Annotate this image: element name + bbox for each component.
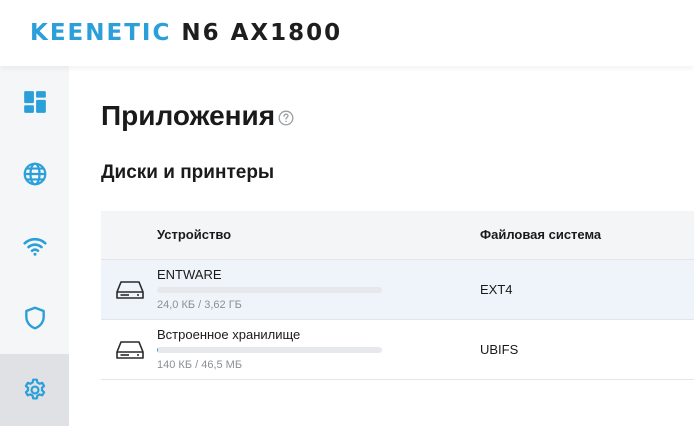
dashboard-icon: [23, 91, 46, 113]
page-title: Приложения: [101, 100, 276, 131]
brand-logo[interactable]: KEENETIC N6 AX1800: [30, 20, 342, 46]
section-title: Диски и принтеры: [101, 162, 275, 183]
device-name: Встроенное хранилище: [157, 327, 301, 342]
gear-icon: [24, 378, 45, 400]
usage-bar-fill: [157, 347, 158, 353]
device-filesystem: EXT4: [480, 282, 513, 297]
sidebar-item-settings[interactable]: [0, 354, 69, 426]
column-header-device[interactable]: Устройство: [157, 227, 231, 242]
top-header: KEENETIC N6 AX1800: [0, 0, 694, 66]
sidebar-item-dashboard[interactable]: [0, 66, 69, 138]
hard-drive-icon: [116, 341, 144, 359]
column-header-filesystem[interactable]: Файловая система: [480, 227, 601, 242]
sidebar-item-wifi[interactable]: [0, 210, 69, 282]
table-header: Устройство Файловая система: [101, 211, 694, 260]
globe-icon: [23, 162, 46, 186]
model-name: N6 AX1800: [181, 20, 343, 46]
disks-table: Устройство Файловая система ENTWARE 24,0…: [101, 211, 694, 380]
help-circle-icon[interactable]: [278, 110, 294, 126]
wifi-icon: [22, 237, 47, 256]
sidebar-item-security[interactable]: [0, 282, 69, 354]
sidebar-item-internet[interactable]: [0, 138, 69, 210]
sidebar: [0, 66, 69, 426]
table-row[interactable]: Встроенное хранилище 140 КБ / 46,5 МБ UB…: [101, 320, 694, 380]
shield-icon: [24, 306, 45, 330]
usage-bar: [157, 287, 382, 293]
device-size: 140 КБ / 46,5 МБ: [157, 359, 243, 371]
table-row[interactable]: ENTWARE 24,0 КБ / 3,62 ГБ EXT4: [101, 260, 694, 320]
brand-name: KEENETIC: [30, 20, 172, 46]
device-filesystem: UBIFS: [480, 342, 519, 357]
device-size: 24,0 КБ / 3,62 ГБ: [157, 299, 242, 311]
usage-bar: [157, 347, 382, 353]
hard-drive-icon: [116, 281, 144, 299]
device-name: ENTWARE: [157, 267, 222, 282]
